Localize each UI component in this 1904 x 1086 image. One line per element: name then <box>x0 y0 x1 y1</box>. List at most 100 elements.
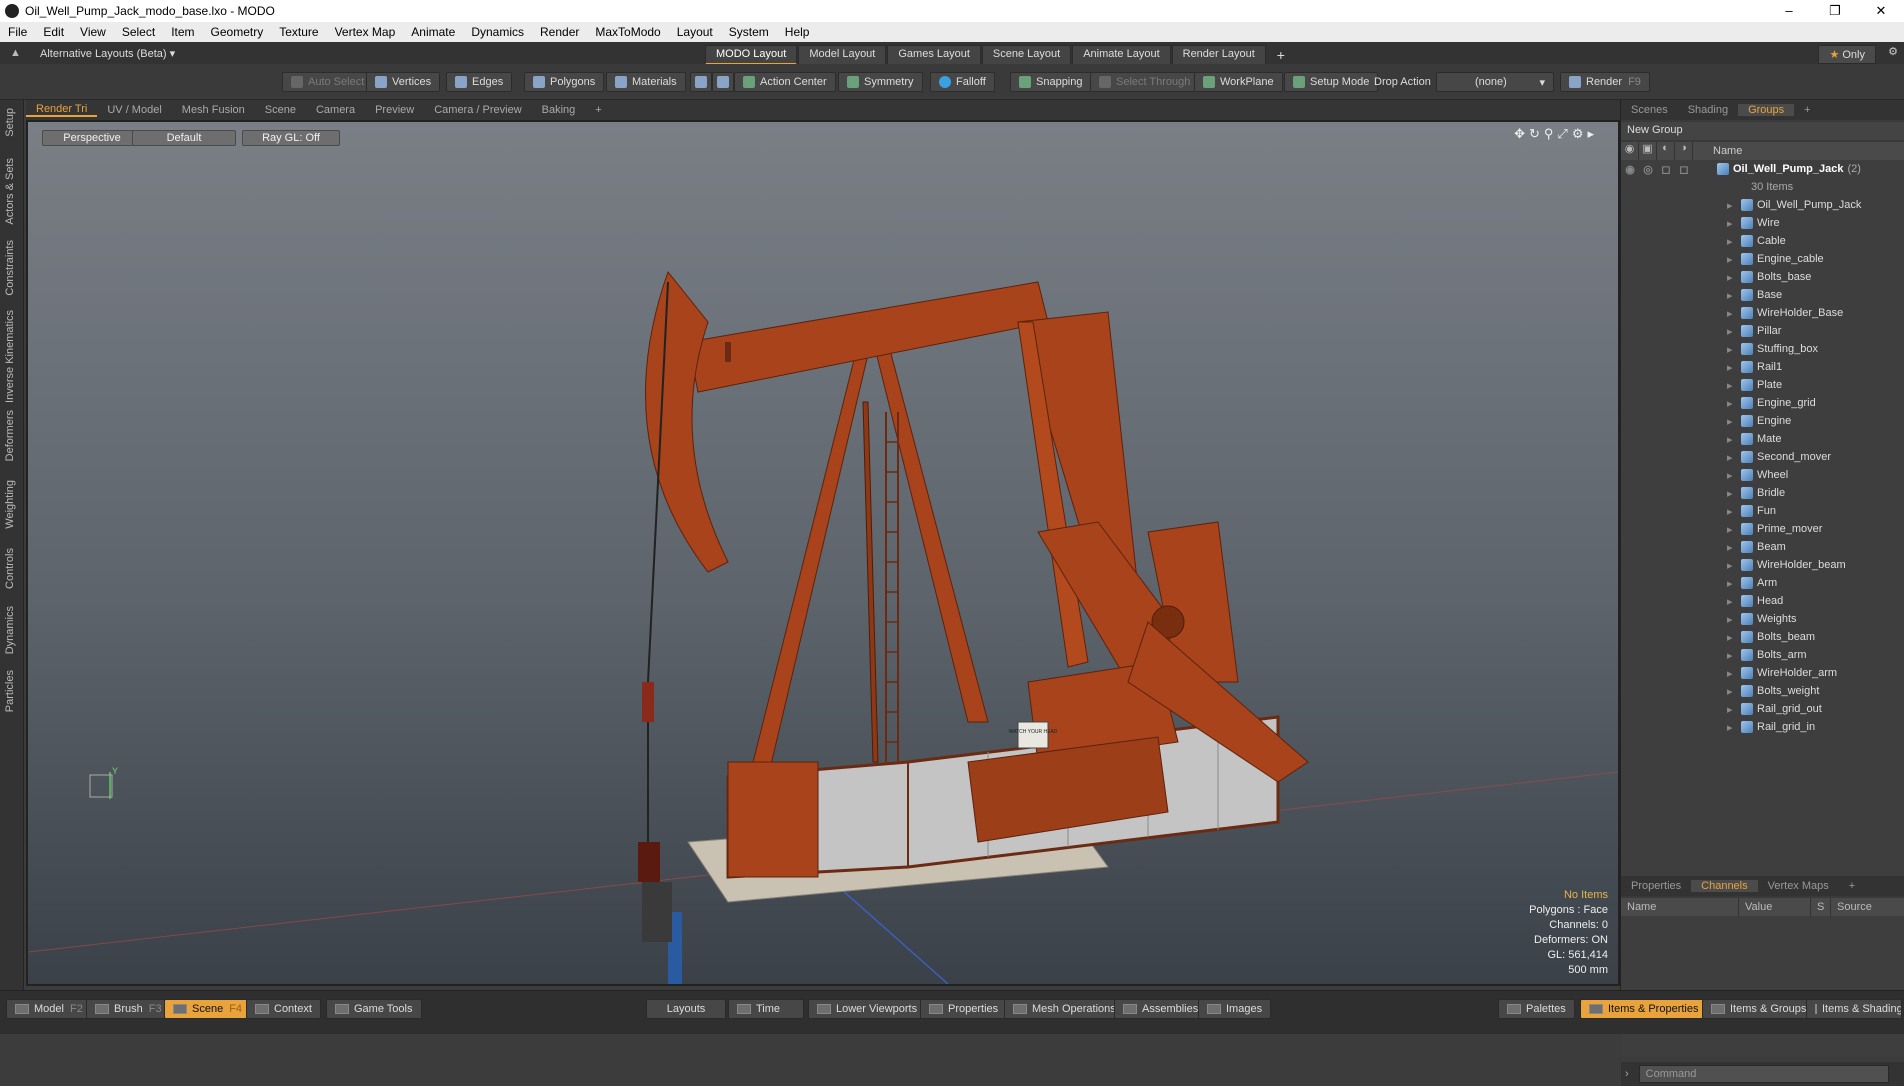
menu-geometry[interactable]: Geometry <box>203 25 272 39</box>
tab-groups[interactable]: Groups <box>1738 104 1795 116</box>
menu-select[interactable]: Select <box>114 25 163 39</box>
collapse-icon[interactable]: ▲ <box>10 47 21 59</box>
group-item-row[interactable]: ▸ Wheel <box>1621 466 1904 484</box>
group-item-row[interactable]: ▸ WireHolder_Base <box>1621 304 1904 322</box>
menu-view[interactable]: View <box>72 25 114 39</box>
group-item-row[interactable]: ▸ Second_mover <box>1621 448 1904 466</box>
group-item-row[interactable]: ▸ Plate <box>1621 376 1904 394</box>
tab-shading[interactable]: Shading <box>1678 104 1738 116</box>
materials-button[interactable]: Materials <box>606 72 686 92</box>
falloff-button[interactable]: Falloff <box>930 72 995 92</box>
action-center-button[interactable]: Action Center <box>734 72 836 92</box>
close-button[interactable]: ✕ <box>1858 3 1904 19</box>
name-column-header[interactable]: Name <box>1713 145 1742 157</box>
channels-col-source[interactable]: Source <box>1831 898 1904 916</box>
time-button[interactable]: Time <box>728 999 804 1019</box>
assemblies-button[interactable]: Assemblies <box>1114 999 1208 1019</box>
expand-arrow-icon[interactable]: ▸ <box>1727 451 1741 464</box>
group-item-row[interactable]: ▸ Head <box>1621 592 1904 610</box>
expand-arrow-icon[interactable]: ▸ <box>1727 559 1741 572</box>
tab-animate-layout[interactable]: Animate Layout <box>1072 45 1171 65</box>
vptab-preview[interactable]: Preview <box>365 104 424 116</box>
expand-arrow-icon[interactable]: ▸ <box>1727 577 1741 590</box>
expand-arrow-icon[interactable]: ▸ <box>1727 703 1741 716</box>
game-tools-button[interactable]: Game Tools <box>326 999 422 1019</box>
expand-arrow-icon[interactable]: ▸ <box>1727 379 1741 392</box>
vtab-dynamics[interactable]: Dynamics <box>4 606 16 654</box>
vtab-actors-sets[interactable]: Actors & Sets <box>4 158 16 225</box>
render-toggle-icon[interactable]: ▣ <box>1639 142 1657 160</box>
tab-vertex-maps[interactable]: Vertex Maps <box>1758 880 1839 892</box>
scene-button[interactable]: Scene F4 <box>164 999 252 1019</box>
vtab-particles[interactable]: Particles <box>4 670 16 712</box>
vptab-uv-model[interactable]: UV / Model <box>97 104 171 116</box>
lower-viewports-button[interactable]: Lower Viewports <box>808 999 927 1019</box>
tab-properties[interactable]: Properties <box>1621 880 1691 892</box>
vptab-scene[interactable]: Scene <box>255 104 306 116</box>
3d-viewport[interactable]: Perspective Default Ray GL: Off ✥↻⚲⤢⚙▸ W… <box>26 120 1620 986</box>
item-mode-button[interactable] <box>712 72 734 92</box>
expand-arrow-icon[interactable]: ▸ <box>1727 343 1741 356</box>
new-group-button[interactable]: New Group <box>1621 122 1904 140</box>
mesh-operations-button[interactable]: Mesh Operations <box>1004 999 1125 1019</box>
expand-arrow-icon[interactable]: ▸ <box>1727 685 1741 698</box>
items-groups-button[interactable]: Items & Groups <box>1702 999 1816 1019</box>
expand-arrow-icon[interactable]: ▸ <box>1727 721 1741 734</box>
expand-arrow-icon[interactable]: ▸ <box>1727 595 1741 608</box>
expand-arrow-icon[interactable]: ▸ <box>1727 541 1741 554</box>
tab-render-layout[interactable]: Render Layout <box>1171 45 1266 65</box>
group-item-row[interactable]: ▸ Mate <box>1621 430 1904 448</box>
vptab-camera[interactable]: Camera <box>306 104 365 116</box>
group-item-row[interactable]: ▸ Oil_Well_Pump_Jack <box>1621 196 1904 214</box>
group-item-row[interactable]: ▸ Weights <box>1621 610 1904 628</box>
menu-render[interactable]: Render <box>532 25 587 39</box>
group-item-row[interactable]: ▸ Rail1 <box>1621 358 1904 376</box>
expand-arrow-icon[interactable]: ▸ <box>1727 523 1741 536</box>
group-item-row[interactable]: ▸ Bolts_arm <box>1621 646 1904 664</box>
minimize-button[interactable]: – <box>1766 3 1812 19</box>
drop-action-dropdown[interactable]: (none) ▾ <box>1436 72 1554 92</box>
vertices-button[interactable]: Vertices <box>366 72 441 92</box>
vptab-render-tri[interactable]: Render Tri <box>26 103 98 117</box>
expand-arrow-icon[interactable]: ▸ <box>1727 469 1741 482</box>
group-item-row[interactable]: ▸ Rail_grid_out <box>1621 700 1904 718</box>
group-item-row[interactable]: ▸ Stuffing_box <box>1621 340 1904 358</box>
group-root-row[interactable]: ◉ ◎ ◻ ◻ Oil_Well_Pump_Jack (2) <box>1621 160 1904 178</box>
expand-arrow-icon[interactable]: ▸ <box>1727 253 1741 266</box>
menu-dynamics[interactable]: Dynamics <box>463 25 532 39</box>
tab-model-layout[interactable]: Model Layout <box>798 45 887 65</box>
maximize-button[interactable]: ❐ <box>1812 3 1858 19</box>
expand-arrow-icon[interactable]: ▸ <box>1727 631 1741 644</box>
vtab-controls[interactable]: Controls <box>4 548 16 589</box>
group-item-row[interactable]: ▸ Prime_mover <box>1621 520 1904 538</box>
render-button[interactable]: Render F9 <box>1560 72 1650 92</box>
lock-icon[interactable]: ◐ <box>1657 142 1675 160</box>
setup-mode-button[interactable]: Setup Mode <box>1284 72 1379 92</box>
vtab-setup[interactable]: Setup <box>4 108 16 137</box>
expand-arrow-icon[interactable]: ▸ <box>1727 289 1741 302</box>
expand-arrow-icon[interactable]: ▸ <box>1727 325 1741 338</box>
menu-texture[interactable]: Texture <box>271 25 326 39</box>
group-item-row[interactable]: ▸ WireHolder_arm <box>1621 664 1904 682</box>
tab-modo-layout[interactable]: MODO Layout <box>705 45 798 65</box>
expand-arrow-icon[interactable]: ▸ <box>1727 271 1741 284</box>
context-button[interactable]: Context <box>246 999 321 1019</box>
group-item-row[interactable]: ▸ Base <box>1621 286 1904 304</box>
component-mode-button[interactable] <box>690 72 712 92</box>
edges-button[interactable]: Edges <box>446 72 513 92</box>
group-item-row[interactable]: ▸ Engine_cable <box>1621 250 1904 268</box>
group-item-row[interactable]: ▸ Engine_grid <box>1621 394 1904 412</box>
vptab-camera-preview[interactable]: Camera / Preview <box>424 104 531 116</box>
group-item-row[interactable]: ▸ Wire <box>1621 214 1904 232</box>
add-layout-button[interactable]: + <box>1267 45 1295 65</box>
menu-edit[interactable]: Edit <box>35 25 72 39</box>
command-input[interactable]: Command <box>1638 1065 1889 1083</box>
expand-arrow-icon[interactable]: ▸ <box>1727 505 1741 518</box>
group-item-row[interactable]: ▸ Bridle <box>1621 484 1904 502</box>
auto-select-button[interactable]: Auto Select <box>282 72 374 92</box>
add-vptab-button[interactable]: + <box>585 104 611 116</box>
vptab-baking[interactable]: Baking <box>532 104 586 116</box>
tab-channels[interactable]: Channels <box>1691 880 1758 892</box>
expand-arrow-icon[interactable]: ▸ <box>1727 397 1741 410</box>
symmetry-button[interactable]: Symmetry <box>838 72 923 92</box>
